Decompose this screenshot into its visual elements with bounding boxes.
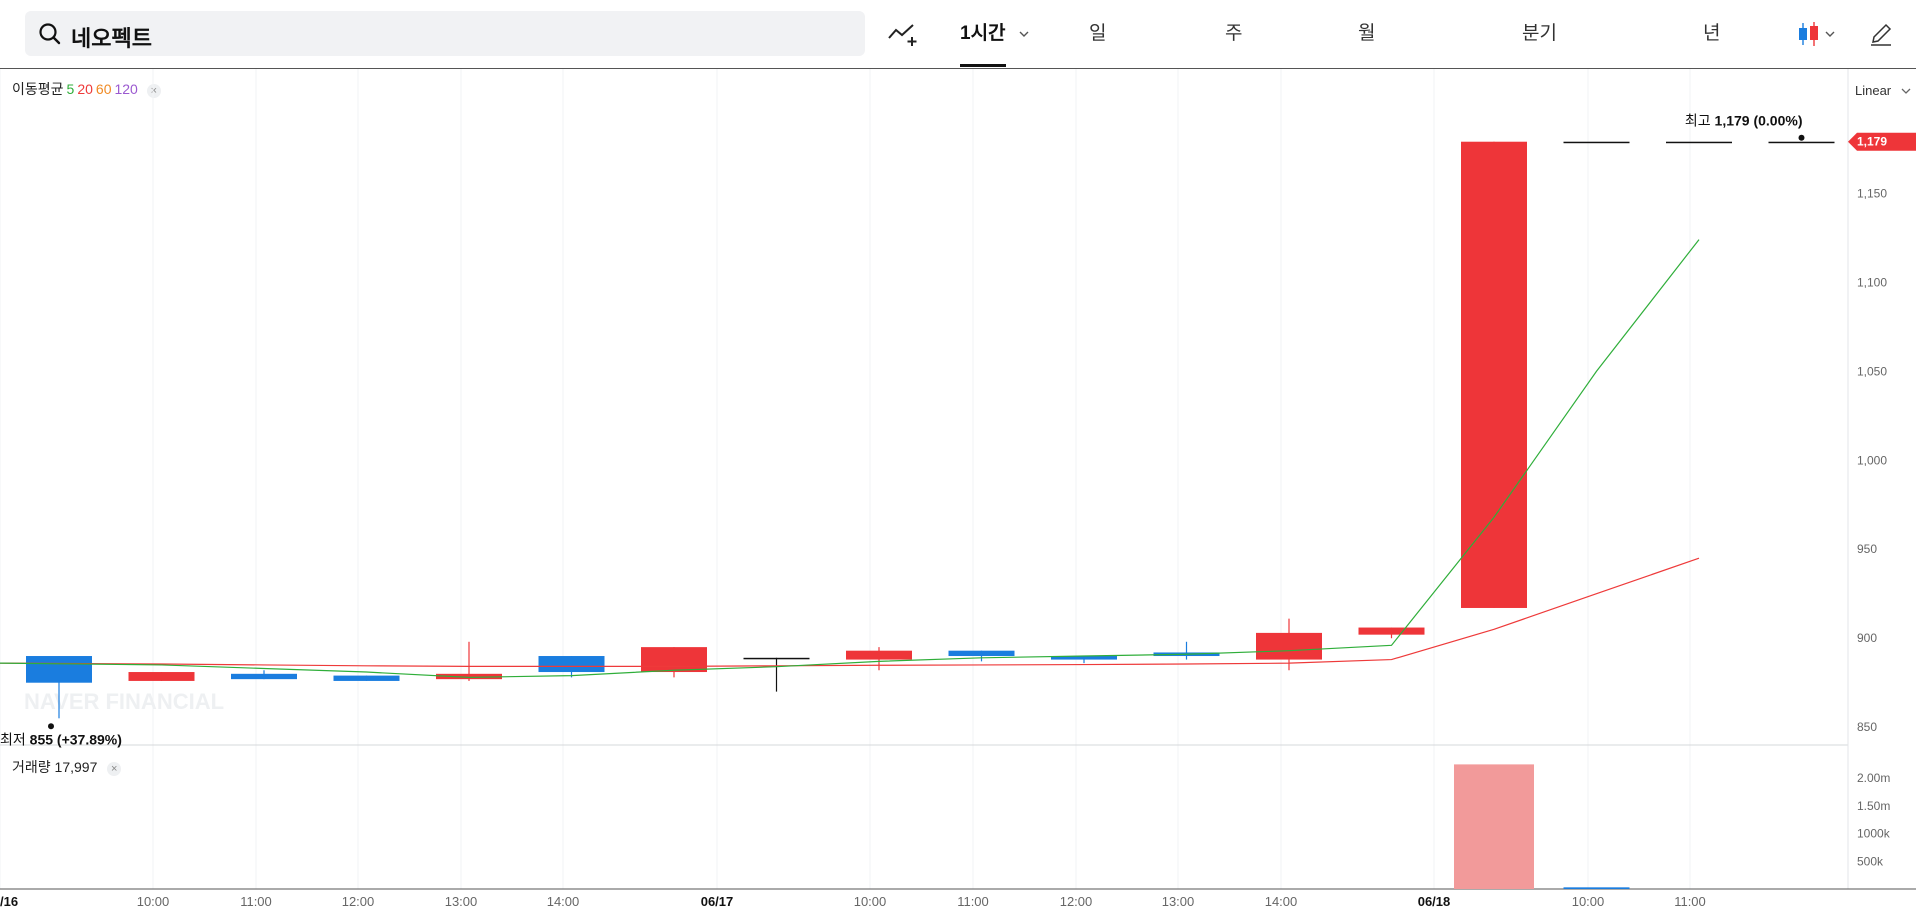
candle-body	[1768, 141, 1835, 144]
y-tick-label: 1,050	[1857, 364, 1887, 378]
candle-body	[333, 675, 400, 681]
y-tick-label: 1,100	[1857, 275, 1887, 289]
x-tick-label: 12:00	[342, 894, 375, 909]
candle-body	[1461, 141, 1527, 608]
tab-week[interactable]: 주	[1225, 18, 1242, 68]
volume-bar	[1454, 764, 1534, 889]
x-tick-label: 06/18	[1418, 894, 1451, 909]
x-tick-label: /16	[0, 894, 18, 909]
high-marker	[1798, 134, 1805, 141]
tab-day[interactable]: 일	[1089, 18, 1106, 68]
volume-tick-label: 1000k	[1857, 827, 1891, 841]
candle-body	[1666, 141, 1732, 144]
x-tick-label: 11:00	[240, 894, 272, 909]
candle-body	[26, 656, 92, 683]
candle-body	[1256, 632, 1322, 660]
indicator-add-icon[interactable]	[887, 20, 919, 48]
volume-tick-label: 1.50m	[1857, 799, 1890, 813]
candle-body	[231, 673, 297, 680]
y-tick-label: 950	[1857, 542, 1877, 556]
pencil-icon[interactable]	[1868, 20, 1894, 48]
y-tick-label: 900	[1857, 631, 1877, 645]
low-annotation-value: 855 (+37.89%)	[30, 731, 122, 747]
candle-body	[641, 647, 707, 673]
low-annotation-prefix: 최저	[0, 731, 30, 747]
low-marker	[48, 723, 54, 730]
x-tick-label: 10:00	[137, 894, 170, 909]
toolbar: 네오펙트 1시간 일 주 월 분기 년	[0, 0, 1916, 69]
tab-quarter[interactable]: 분기	[1522, 18, 1557, 68]
x-tick-label: 10:00	[854, 894, 887, 909]
search-box[interactable]: 네오펙트	[25, 11, 865, 56]
tab-1hour[interactable]: 1시간	[960, 18, 1029, 68]
high-annotation-prefix: 최고	[1685, 113, 1715, 129]
volume-bar	[1563, 887, 1630, 889]
chevron-down-icon	[1019, 31, 1029, 37]
current-price-label: 1,179	[1857, 135, 1887, 149]
tab-1hour-label: 1시간	[960, 23, 1006, 44]
candle-body	[538, 656, 605, 673]
x-tick-label: 10:00	[1572, 894, 1605, 909]
candle-body	[846, 650, 912, 660]
tab-year[interactable]: 년	[1703, 18, 1720, 68]
y-tick-label: 1,000	[1857, 453, 1887, 467]
x-tick-label: 06/17	[701, 894, 734, 909]
y-tick-label: 850	[1857, 720, 1877, 734]
x-tick-label: 12:00	[1060, 894, 1093, 909]
candle-body	[743, 657, 810, 660]
search-input[interactable]: 네오펙트	[71, 21, 152, 53]
watermark: NAVER FINANCIAL	[24, 689, 224, 714]
x-tick-label: 13:00	[1162, 894, 1195, 909]
high-annotation: 최고 1,179 (0.00%)	[1685, 113, 1803, 129]
x-tick-label: 11:00	[957, 894, 989, 909]
candle-body	[948, 650, 1015, 657]
candle-body	[1358, 627, 1425, 635]
candlestick-type-icon[interactable]	[1795, 20, 1845, 48]
x-tick-label: 14:00	[1265, 894, 1298, 909]
x-tick-label: 13:00	[445, 894, 478, 909]
x-tick-label: 11:00	[1674, 894, 1706, 909]
y-tick-label: 1,150	[1857, 186, 1887, 200]
search-icon	[39, 23, 61, 45]
low-annotation: 최저 855 (+37.89%)	[0, 731, 122, 747]
volume-tick-label: 500k	[1857, 854, 1884, 868]
tab-active-underline	[960, 64, 1006, 67]
x-tick-label: 14:00	[547, 894, 580, 909]
volume-tick-label: 2.00m	[1857, 771, 1890, 785]
high-annotation-value: 1,179 (0.00%)	[1715, 113, 1803, 129]
price-chart[interactable]: NAVER FINANCIAL 최고 1,179 (0.00%) 최저 855 (…	[0, 69, 1916, 910]
tab-month[interactable]: 월	[1358, 18, 1375, 68]
candle-body	[128, 672, 195, 681]
candle-body	[1563, 141, 1630, 144]
